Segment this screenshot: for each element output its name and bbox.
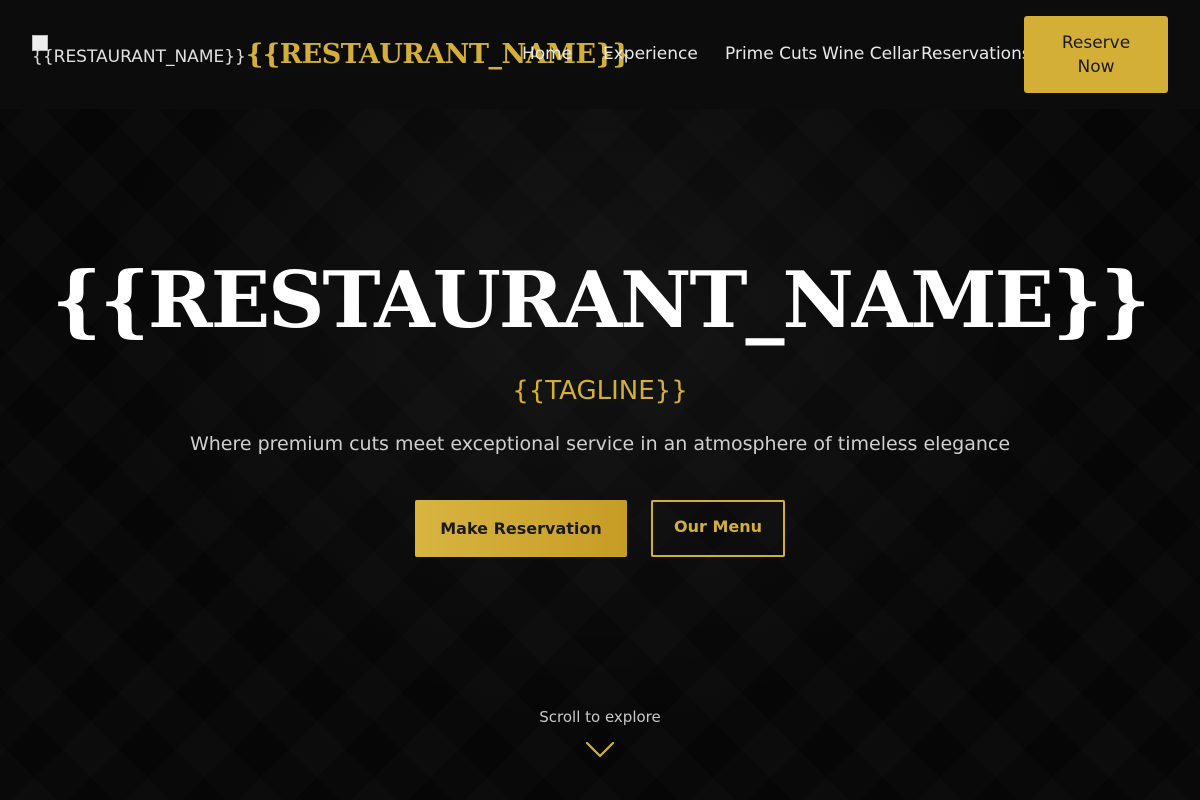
chevron-down-icon[interactable] xyxy=(584,740,616,760)
reserve-now-button[interactable]: Reserve Now xyxy=(1024,16,1168,93)
main-nav: Home Experience Prime Cuts Wine Cellar R… xyxy=(522,42,1031,67)
brand-name[interactable]: {{RESTAURANT_NAME}} xyxy=(246,39,630,70)
hero-subtitle: Where premium cuts meet exceptional serv… xyxy=(189,433,1011,455)
hero-title: {{RESTAURANT_NAME}} xyxy=(51,255,1151,346)
nav-link-reservations[interactable]: Reservations xyxy=(921,42,1031,67)
scroll-hint: Scroll to explore xyxy=(539,708,661,726)
site-header: {{RESTAURANT_NAME}} {{RESTAURANT_NAME}} … xyxy=(0,0,1200,109)
nav-link-wine-cellar[interactable]: Wine Cellar xyxy=(822,42,921,67)
nav-link-experience[interactable]: Experience xyxy=(603,42,725,67)
make-reservation-button[interactable]: Make Reservation xyxy=(415,500,627,557)
logo-alt-text: {{RESTAURANT_NAME}} xyxy=(32,46,246,67)
hero-tagline: {{TAGLINE}} xyxy=(512,376,688,406)
logo-image[interactable]: {{RESTAURANT_NAME}} xyxy=(32,34,246,79)
our-menu-button[interactable]: Our Menu xyxy=(651,500,785,557)
nav-link-prime-cuts[interactable]: Prime Cuts xyxy=(725,42,822,67)
nav-link-home[interactable]: Home xyxy=(522,42,603,67)
